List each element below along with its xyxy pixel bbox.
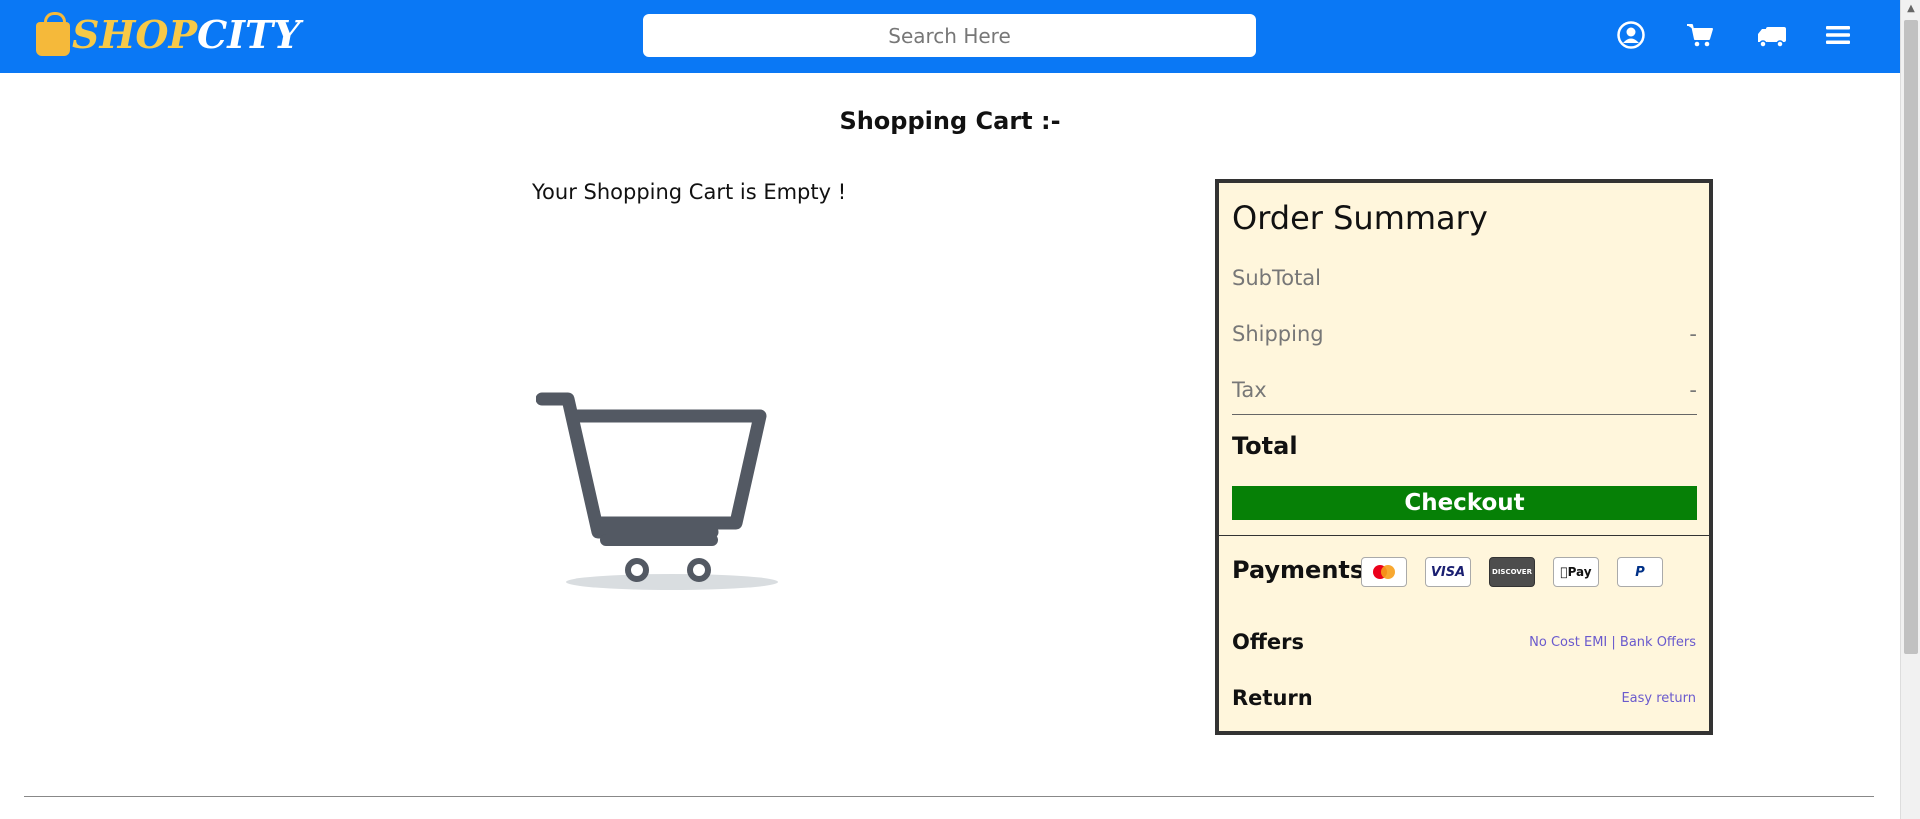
shipping-row: Shipping - — [1232, 322, 1697, 346]
apple-icon:  — [1560, 565, 1567, 579]
truck-icon[interactable] — [1756, 20, 1788, 50]
page: SHOPCITY Shopping Cart :- — [0, 0, 1920, 819]
shopping-bag-icon — [36, 12, 70, 56]
scrollbar-thumb[interactable] — [1904, 20, 1918, 654]
subtotal-label: SubTotal — [1232, 266, 1322, 290]
cart-icon[interactable] — [1685, 20, 1715, 50]
shipping-value: - — [1689, 322, 1697, 346]
tax-label: Tax — [1232, 378, 1267, 402]
page-title: Shopping Cart :- — [839, 107, 1061, 135]
mastercard-logo — [1373, 565, 1395, 579]
order-summary-panel: Order Summary SubTotal Shipping - Tax - … — [1215, 179, 1713, 735]
subtotal-row: SubTotal — [1232, 266, 1697, 290]
logo-city-text: CITY — [197, 12, 301, 57]
empty-cart-illustration — [536, 392, 778, 590]
apple-pay-icon: Pay — [1553, 557, 1599, 587]
vertical-scrollbar[interactable]: ▲ — [1900, 0, 1920, 819]
apple-pay-text: Pay — [1563, 565, 1592, 579]
logo-shop-text: SHOP — [72, 12, 198, 57]
discover-icon: DISCOVER — [1489, 557, 1535, 587]
footer-divider — [24, 796, 1874, 797]
tax-row: Tax - — [1232, 378, 1697, 402]
checkout-button[interactable]: Checkout — [1232, 486, 1697, 520]
return-label: Return — [1232, 686, 1313, 710]
scroll-up-arrow-icon[interactable]: ▲ — [1901, 0, 1920, 18]
menu-icon[interactable] — [1823, 20, 1853, 50]
user-circle-icon[interactable] — [1616, 20, 1646, 50]
summary-divider — [1232, 414, 1697, 415]
visa-icon: VISA — [1425, 557, 1471, 587]
empty-cart-message: Your Shopping Cart is Empty ! — [532, 180, 847, 204]
logo-text: SHOPCITY — [72, 16, 300, 54]
tax-value: - — [1689, 378, 1697, 402]
offers-link[interactable]: No Cost EMI | Bank Offers — [1529, 635, 1696, 650]
shopcity-logo[interactable]: SHOPCITY — [36, 4, 300, 64]
payments-divider — [1219, 535, 1709, 536]
payments-label: Payments — [1232, 556, 1365, 584]
shipping-label: Shipping — [1232, 322, 1324, 346]
mastercard-icon — [1361, 557, 1407, 587]
offers-label: Offers — [1232, 630, 1304, 654]
return-link[interactable]: Easy return — [1621, 691, 1696, 706]
order-summary-title: Order Summary — [1232, 199, 1488, 237]
top-navbar: SHOPCITY — [0, 0, 1900, 73]
paypal-icon: P — [1617, 557, 1663, 587]
total-label: Total — [1232, 432, 1298, 460]
search-input[interactable] — [643, 14, 1256, 57]
